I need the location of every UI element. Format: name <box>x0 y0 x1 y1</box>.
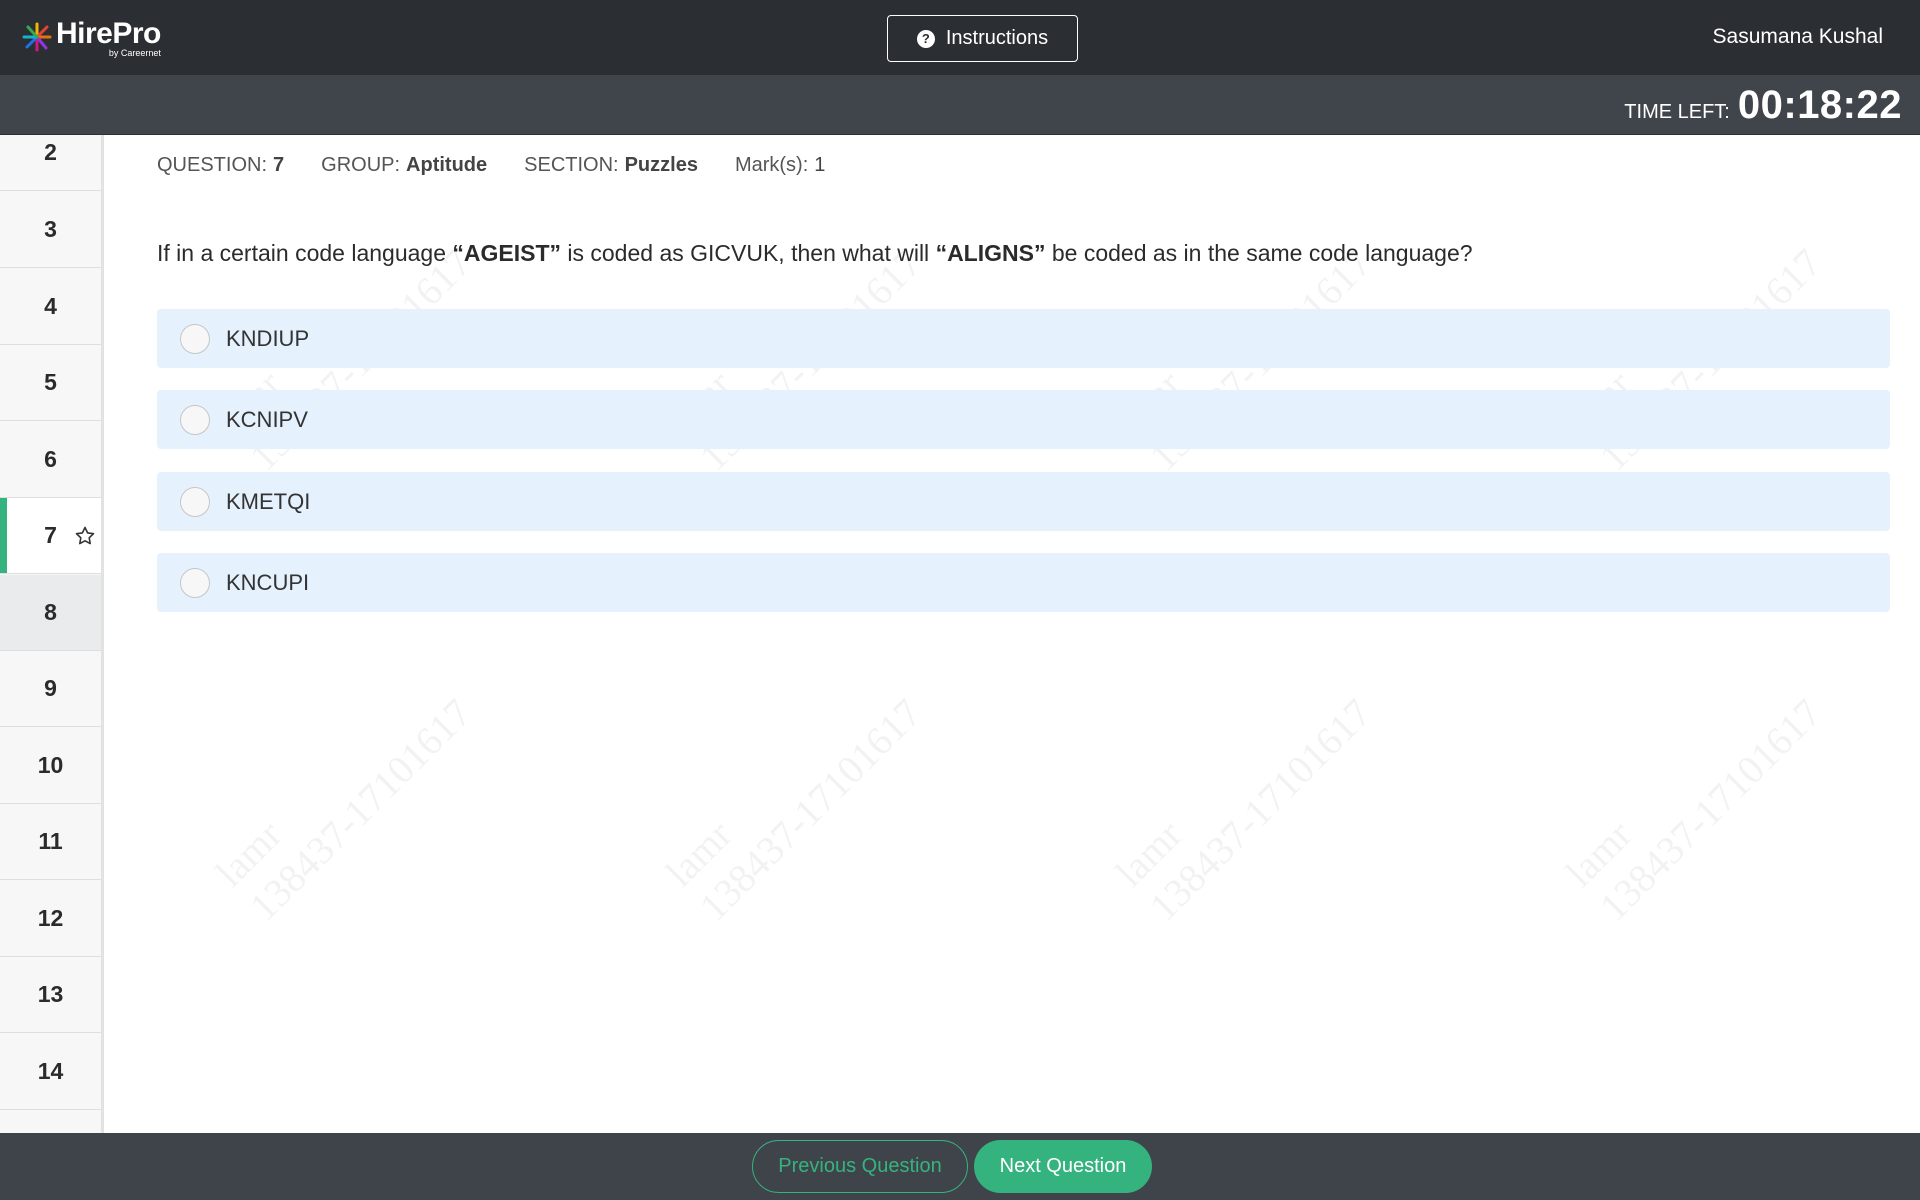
answer-option[interactable]: KNDIUP <box>157 309 1890 368</box>
logo-name: HirePro <box>56 17 161 50</box>
hirepro-logo: HirePro by Careernet <box>22 18 161 58</box>
instructions-label: Instructions <box>945 27 1049 49</box>
footer-bar: Previous Question Next Question <box>0 1133 1920 1200</box>
previous-question-button[interactable]: Previous Question <box>752 1140 968 1193</box>
question-nav-item[interactable]: 10 <box>0 728 101 804</box>
watermark: lamr138437-17101617 <box>656 689 930 930</box>
instructions-button[interactable]: ? Instructions <box>887 15 1078 62</box>
question-panel: lamr 138437-17101617 lamr 138437-17101617 … <box>107 135 1920 1133</box>
radio-button[interactable] <box>180 323 210 354</box>
star-outline-icon[interactable] <box>73 524 97 548</box>
answer-option[interactable]: KNCUPI <box>157 553 1890 612</box>
option-label: KCNIPV <box>226 406 308 432</box>
question-nav-item[interactable]: 9 <box>0 651 101 727</box>
time-left-label: TIME LEFT: <box>1624 101 1730 123</box>
radio-button[interactable] <box>180 567 210 598</box>
user-name: Sasumana Kushal <box>1712 25 1883 48</box>
question-nav-item[interactable]: 13 <box>0 957 101 1033</box>
question-nav-item[interactable]: 4 <box>0 269 101 345</box>
question-marks: Mark(s): 1 <box>734 154 826 176</box>
question-nav-item[interactable]: 14 <box>0 1034 101 1110</box>
answer-option[interactable]: KCNIPV <box>157 390 1890 449</box>
top-header: HirePro by Careernet ? Instructions Sasu… <box>0 0 1920 75</box>
option-label: KMETQI <box>226 488 311 514</box>
question-nav-item[interactable]: 2 <box>0 135 101 191</box>
option-label: KNDIUP <box>226 325 310 351</box>
next-question-button[interactable]: Next Question <box>974 1140 1152 1193</box>
question-navigator: 2 3 4 5 6 7 8 9 10 11 12 13 14 <box>0 135 104 1133</box>
question-nav-item[interactable]: 12 <box>0 881 101 957</box>
question-number: QUESTION: 7 <box>157 154 285 176</box>
time-left: TIME LEFT: 00:18:22 <box>1624 83 1902 128</box>
question-nav-item[interactable]: 3 <box>0 192 101 268</box>
option-label: KNCUPI <box>226 569 310 595</box>
question-group: GROUP: Aptitude <box>321 154 488 176</box>
logo-burst-icon <box>22 22 52 52</box>
question-meta: QUESTION: 7 GROUP: Aptitude SECTION: Puzzle… <box>157 154 862 177</box>
question-circle-icon: ? <box>916 29 935 48</box>
timer-bar: TIME LEFT: 00:18:22 <box>0 75 1920 135</box>
question-text: If in a certain code language “AGEIST” i… <box>157 240 1473 266</box>
question-nav-item[interactable]: 5 <box>0 345 101 421</box>
question-nav-item[interactable]: 11 <box>0 804 101 880</box>
question-nav-item[interactable]: 6 <box>0 422 101 498</box>
question-nav-item-active[interactable]: 7 <box>0 498 101 574</box>
radio-button[interactable] <box>180 486 210 517</box>
watermark: lamr138437-17101617 <box>206 689 480 930</box>
time-left-value: 00:18:22 <box>1737 83 1902 127</box>
question-nav-item[interactable]: 8 <box>0 575 101 651</box>
watermark: lamr138437-17101617 <box>1106 689 1380 930</box>
answer-option[interactable]: KMETQI <box>157 472 1890 531</box>
question-section: SECTION: Puzzles <box>524 154 698 176</box>
watermark: lamr138437-17101617 <box>1556 689 1830 930</box>
radio-button[interactable] <box>180 404 210 435</box>
